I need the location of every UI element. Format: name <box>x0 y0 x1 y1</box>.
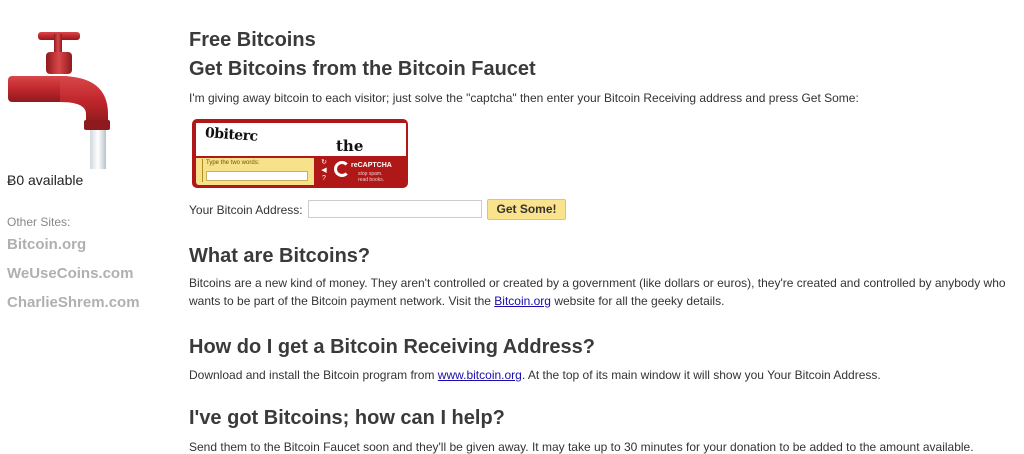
what-are-bitcoins-text: Bitcoins are a new kind of money. They a… <box>189 274 1014 310</box>
how-text-before: Download and install the Bitcoin program… <box>189 368 438 382</box>
captcha-input-area: Type the two words: <box>196 158 314 185</box>
recaptcha-tagline-2: read books. <box>358 177 385 183</box>
faucet-logo <box>8 32 110 169</box>
captcha-word-1: 0biterc <box>204 125 259 145</box>
recaptcha-arrow-icon <box>334 161 350 177</box>
captcha-controls: ↻ ◀ ? <box>318 159 332 185</box>
captcha-word-2: the <box>336 137 364 155</box>
recaptcha-logo: reCAPTCHA stop spam. read books. <box>334 160 404 184</box>
captcha-divider <box>202 159 203 182</box>
get-some-button[interactable]: Get Some! <box>487 199 566 220</box>
captcha-widget: 0biterc the Type the two words: ↻ ◀ ? re… <box>192 119 408 188</box>
captcha-image: 0biterc the <box>196 123 406 156</box>
main-content: Free Bitcoins Get Bitcoins from the Bitc… <box>189 0 1014 454</box>
help-icon[interactable]: ? <box>318 175 330 183</box>
how-text-after: . At the top of its main window it will … <box>521 368 881 382</box>
bitcoin-address-input[interactable] <box>308 200 482 218</box>
captcha-prompt: Type the two words: <box>206 160 260 166</box>
captcha-response-input[interactable] <box>206 171 308 181</box>
address-label: Your Bitcoin Address: <box>189 203 303 217</box>
page-subtitle: Get Bitcoins from the Bitcoin Faucet <box>189 58 536 80</box>
how-can-i-help-text: Send them to the Bitcoin Faucet soon and… <box>189 440 974 454</box>
sidebar: Ƀ0 available Other Sites: Bitcoin.org We… <box>0 0 175 454</box>
audio-icon[interactable]: ◀ <box>318 167 330 175</box>
site-link-charlieshrem[interactable]: CharlieShrem.com <box>7 294 140 311</box>
how-can-i-help-heading: I've got Bitcoins; how can I help? <box>189 407 505 429</box>
page-title: Free Bitcoins <box>189 29 316 51</box>
refresh-icon[interactable]: ↻ <box>318 159 330 167</box>
other-sites-label: Other Sites: <box>7 215 71 229</box>
receiving-address-heading: How do I get a Bitcoin Receiving Address… <box>189 336 595 358</box>
available-balance: Ƀ0 available <box>7 172 84 188</box>
receiving-address-text: Download and install the Bitcoin program… <box>189 366 1014 384</box>
site-link-bitcoin-org[interactable]: Bitcoin.org <box>7 236 86 253</box>
what-text-after: website for all the geeky details. <box>550 294 725 308</box>
site-link-weusecoins[interactable]: WeUseCoins.com <box>7 265 133 282</box>
intro-text: I'm giving away bitcoin to each visitor;… <box>189 91 859 105</box>
recaptcha-tagline: stop spam. read books. <box>358 171 384 183</box>
what-are-bitcoins-heading: What are Bitcoins? <box>189 245 371 267</box>
page: Ƀ0 available Other Sites: Bitcoin.org We… <box>0 0 1024 454</box>
www-bitcoin-org-link[interactable]: www.bitcoin.org <box>438 368 522 382</box>
recaptcha-brand: reCAPTCHA <box>351 162 392 169</box>
bitcoin-org-link[interactable]: Bitcoin.org <box>494 294 551 308</box>
